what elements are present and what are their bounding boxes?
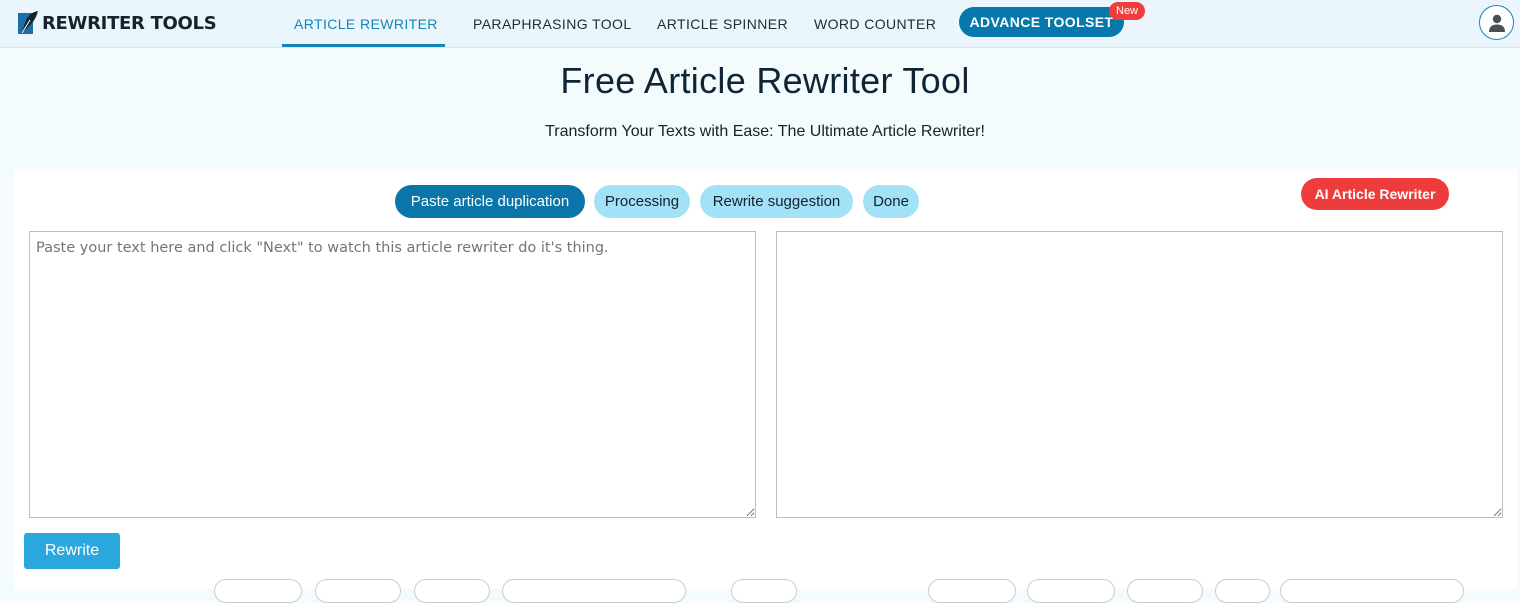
output-textarea[interactable]	[776, 231, 1503, 518]
brand-name: REWRITER TOOLS	[42, 12, 217, 34]
nav-paraphrasing-tool[interactable]: PARAPHRASING TOOL	[473, 0, 632, 48]
bottom-pill-button[interactable]	[1280, 579, 1464, 603]
bottom-pill-button[interactable]	[214, 579, 302, 603]
top-navigation: REWRITER TOOLS ARTICLE REWRITER PARAPHRA…	[0, 0, 1520, 48]
bottom-pill-button[interactable]	[502, 579, 686, 603]
user-avatar-button[interactable]	[1479, 5, 1514, 40]
step-rewrite-suggestion[interactable]: Rewrite suggestion	[700, 185, 853, 218]
bottom-pill-button[interactable]	[928, 579, 1016, 603]
nav-article-rewriter[interactable]: ARTICLE REWRITER	[294, 0, 438, 48]
page-title: Free Article Rewriter Tool	[560, 60, 970, 101]
bottom-pill-button[interactable]	[1127, 579, 1203, 603]
advance-toolset-button[interactable]: ADVANCE TOOLSET	[959, 7, 1124, 37]
new-badge: New	[1109, 2, 1146, 20]
page-subtitle: Transform Your Texts with Ease: The Ulti…	[545, 123, 985, 140]
bottom-pill-button[interactable]	[1027, 579, 1115, 603]
step-paste-article[interactable]: Paste article duplication	[395, 185, 585, 218]
step-processing[interactable]: Processing	[594, 185, 690, 218]
user-icon	[1488, 14, 1505, 32]
quill-logo-icon	[18, 11, 38, 34]
bottom-pill-button[interactable]	[414, 579, 490, 603]
rewrite-button[interactable]: Rewrite	[24, 533, 120, 569]
nav-article-spinner[interactable]: ARTICLE SPINNER	[657, 0, 788, 48]
bottom-pill-button[interactable]	[1215, 579, 1270, 603]
brand-logo[interactable]: REWRITER TOOLS	[17, 9, 217, 37]
input-textarea[interactable]	[29, 231, 756, 518]
step-done[interactable]: Done	[863, 185, 919, 218]
bottom-pill-button[interactable]	[315, 579, 401, 603]
bottom-pill-button[interactable]	[731, 579, 797, 603]
active-nav-indicator	[282, 44, 445, 47]
ai-article-rewriter-button[interactable]: AI Article Rewriter	[1301, 178, 1449, 210]
nav-word-counter[interactable]: WORD COUNTER	[814, 0, 936, 48]
